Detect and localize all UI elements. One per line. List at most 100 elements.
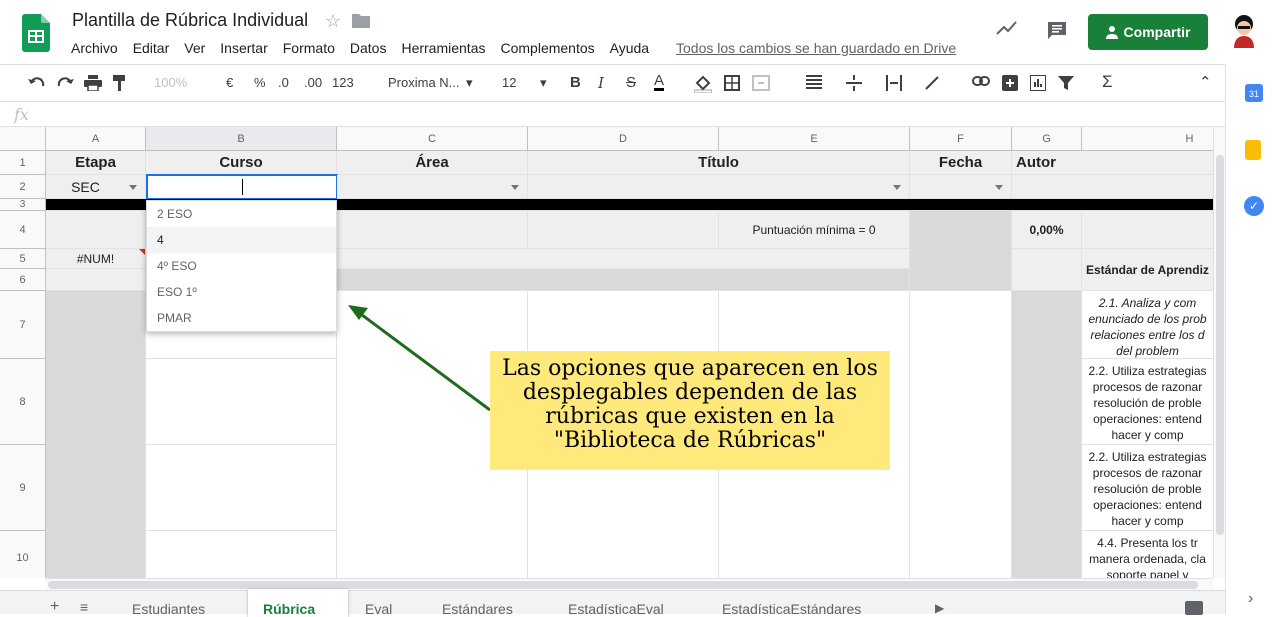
autor-cell[interactable] [1012,175,1213,199]
dropdown-arrow-icon[interactable] [511,185,519,190]
row-header-8[interactable]: 8 [0,359,46,445]
save-status[interactable]: Todos los cambios se han guardado en Dri… [676,40,956,56]
print-icon[interactable] [84,75,102,91]
tab-estadistica-estandares[interactable]: EstadísticaEstándares [722,601,861,617]
menu-archivo[interactable]: Archivo [71,40,118,56]
comment-icon[interactable] [1046,20,1068,40]
percent-value[interactable]: 0,00% [1012,211,1082,249]
standard-cell-h7[interactable]: 2.1. Analiza y com enunciado de los prob… [1082,291,1213,359]
etapa-header[interactable]: Etapa [46,151,146,175]
curso-header[interactable]: Curso [146,151,337,175]
fecha-select[interactable] [910,175,1012,199]
functions-icon[interactable]: Σ [1102,72,1113,92]
row-header-10[interactable]: 10 [0,531,46,578]
more-formats-button[interactable]: 123 [332,75,354,90]
text-rotate-icon[interactable] [924,75,940,91]
vertical-align-icon[interactable] [846,75,862,91]
expand-panel-icon[interactable]: › [1248,590,1253,608]
paint-format-icon[interactable] [112,75,128,91]
menu-complementos[interactable]: Complementos [500,40,594,56]
tab-estudiantes[interactable]: Estudiantes [132,601,205,617]
column-header-b[interactable]: B [146,127,337,151]
sheets-logo-icon[interactable] [22,14,50,52]
increase-decimal-button[interactable]: .00 [304,75,322,90]
column-header-d[interactable]: D [528,127,719,151]
estandar-header[interactable]: Estándar de Aprendiz [1082,249,1213,291]
document-title[interactable]: Plantilla de Rúbrica Individual [72,10,308,31]
horizontal-scroll-thumb[interactable] [48,581,1198,589]
dropdown-arrow-icon[interactable] [893,185,901,190]
filter-icon[interactable] [1058,75,1074,91]
row-header-7[interactable]: 7 [0,291,46,359]
menu-insertar[interactable]: Insertar [220,40,267,56]
select-all-corner[interactable] [0,127,46,151]
text-color-icon[interactable]: A [654,73,665,91]
dropdown-option[interactable]: 2 ESO [147,201,336,227]
link-icon[interactable] [972,75,990,87]
standard-cell-h8[interactable]: 2.2. Utiliza estrategias procesos de raz… [1082,359,1213,445]
row-header-3[interactable]: 3 [0,199,46,211]
menu-ver[interactable]: Ver [184,40,205,56]
area-select[interactable] [337,175,528,199]
currency-button[interactable]: € [226,75,233,90]
font-select[interactable]: Proxima N... [388,75,460,90]
merge-cells-icon[interactable] [752,75,770,91]
column-a-body[interactable] [46,291,146,578]
dropdown-option[interactable]: ESO 1º [147,279,336,305]
tasks-icon[interactable]: ✓ [1244,196,1264,216]
column-header-f[interactable]: F [910,127,1012,151]
cell-h4[interactable] [1082,211,1213,249]
column-f-body[interactable] [910,291,1012,578]
folder-icon[interactable] [352,12,371,28]
dropdown-option[interactable]: 4 [147,227,336,253]
menu-editar[interactable]: Editar [133,40,170,56]
cell-f4[interactable] [910,211,1012,291]
keep-icon[interactable] [1245,140,1261,160]
menu-herramientas[interactable]: Herramientas [401,40,485,56]
menu-ayuda[interactable]: Ayuda [610,40,649,56]
tab-scroll-right-icon[interactable]: ▶ [935,601,944,615]
undo-icon[interactable] [28,75,46,91]
add-sheet-icon[interactable]: + [50,598,59,616]
decrease-decimal-button[interactable]: .0 [278,75,289,90]
row-header-4[interactable]: 4 [0,211,46,249]
puntuacion-minima[interactable]: Puntuación mínima = 0 [719,211,910,249]
dropdown-option[interactable]: PMAR [147,305,336,331]
align-left-icon[interactable] [806,75,822,89]
column-g-body[interactable] [1012,291,1082,578]
column-header-a[interactable]: A [46,127,146,151]
dropdown-arrow-icon[interactable] [129,185,137,190]
cell-c6[interactable] [337,269,910,291]
user-avatar[interactable] [1228,14,1260,48]
all-sheets-icon[interactable]: ≡ [80,599,88,615]
vertical-scrollbar[interactable] [1213,127,1225,578]
column-header-e[interactable]: E [719,127,910,151]
tab-estadistica-eval[interactable]: EstadísticaEval [568,601,664,617]
error-cell[interactable]: #NUM! [46,249,146,269]
horizontal-scrollbar[interactable] [46,578,1213,590]
column-header-g[interactable]: G [1012,127,1082,151]
font-size-select[interactable]: 12 [502,75,516,90]
menu-datos[interactable]: Datos [350,40,387,56]
column-header-c[interactable]: C [337,127,528,151]
tab-rubrica-active[interactable]: Rúbrica [248,589,348,617]
percent-button[interactable]: % [254,75,266,90]
zoom-select[interactable]: 100% [154,75,187,90]
autor-header[interactable]: Autor [1012,151,1213,175]
tab-eval[interactable]: Eval [365,601,392,617]
borders-icon[interactable] [724,75,740,91]
curso-select-active[interactable] [146,174,338,200]
explore-icon[interactable] [1185,601,1203,615]
cell-b8[interactable] [146,359,337,445]
cell-g5[interactable] [1012,249,1082,291]
area-header[interactable]: Área [337,151,528,175]
titulo-header[interactable]: Título [528,151,910,175]
calendar-icon[interactable]: 31 [1245,84,1263,102]
star-icon[interactable]: ☆ [325,11,341,31]
standard-cell-h9[interactable]: 2.2. Utiliza estrategias procesos de raz… [1082,445,1213,531]
dropdown-option[interactable]: 4º ESO [147,253,336,279]
standard-cell-h10[interactable]: 4.4. Presenta los tr manera ordenada, cl… [1082,531,1213,578]
titulo-select[interactable] [528,175,910,199]
collapse-toolbar-icon[interactable]: ⌃ [1199,73,1212,91]
cell-b9[interactable] [146,445,337,531]
